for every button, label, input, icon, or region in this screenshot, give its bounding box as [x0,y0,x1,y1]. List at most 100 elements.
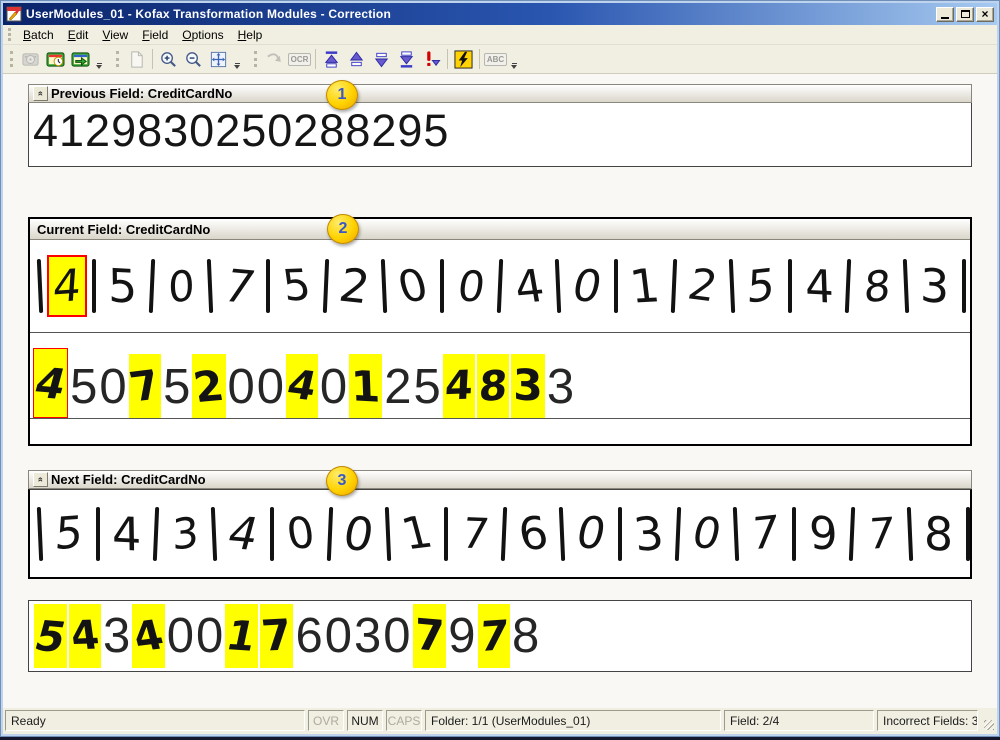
separator-bar [497,259,503,313]
recognized-char[interactable]: 0 [195,605,224,667]
fit-page-icon[interactable] [206,47,231,71]
digit-cell: 5 [47,508,91,559]
separator-bar [327,506,333,560]
digit-cell: 8 [855,262,899,311]
uncertain-char[interactable]: 7 [129,354,161,418]
toolbar-overflow-button[interactable] [96,63,102,69]
toolbar-overflow-button[interactable] [234,63,240,69]
zoom-in-icon[interactable] [156,47,181,71]
uncertain-char[interactable]: 7 [478,604,510,668]
separator-bar [440,259,444,313]
uncertain-char[interactable]: 3 [511,354,545,418]
ocr-icon: OCR [287,47,312,71]
handwritten-digit: 8 [862,260,891,311]
minimize-button[interactable] [936,7,954,22]
uncertain-char[interactable]: 7 [260,604,294,668]
recognized-char[interactable]: 0 [227,356,256,418]
digit-cell: 4 [221,507,265,560]
callout-badge-2: 2 [327,214,359,244]
handwritten-digit: 5 [108,258,138,314]
recognized-char[interactable]: 0 [166,605,195,667]
minimize-icon [941,17,949,19]
separator-bar [671,259,677,313]
spell-check-icon-label: ABC [484,53,507,66]
recognized-char[interactable]: 0 [98,356,127,418]
recognized-char[interactable]: 5 [69,356,98,418]
recognized-char[interactable]: 0 [319,356,348,418]
recognized-char[interactable]: 0 [256,356,285,418]
recognized-char[interactable]: 9 [447,605,476,667]
recognized-char[interactable]: 5 [162,356,191,418]
previous-field-body: 4129830250288295 [28,103,972,167]
current-field-edit[interactable]: 45075200401254833 [30,332,970,419]
collapse-previous-button[interactable]: « [33,86,48,101]
digit-cell: 0 [279,509,323,559]
recognized-char[interactable]: 6 [294,605,323,667]
separator-bar [444,507,448,561]
uncertain-char[interactable]: 4 [132,604,164,668]
menu-field[interactable]: Field [135,26,175,44]
next-invalid-field-icon[interactable] [419,47,444,71]
next-field-image: 5434001760307978 [28,489,972,579]
status-field-counter: Field: 2/4 [724,710,874,731]
force-validation-icon[interactable] [451,47,476,71]
handwritten-digit: 0 [167,260,194,312]
app-window: UserModules_01 - Kofax Transformation Mo… [0,0,1000,737]
toolbar-separator [479,49,480,69]
highlighted-digit-cell: 4 [47,255,87,317]
current-field-panel: Current Field: CreditCardNo 2 4507520040… [28,217,972,446]
resize-grip[interactable] [981,710,995,731]
client-area: « Previous Field: CreditCardNo 1 4129830… [3,74,997,708]
uncertain-char[interactable]: 2 [192,354,225,418]
maximize-button[interactable] [956,7,974,22]
uncertain-char-cursor[interactable]: 4 [33,348,68,418]
uncertain-char[interactable]: 7 [413,604,447,668]
title-bar[interactable]: UserModules_01 - Kofax Transformation Mo… [3,3,997,25]
last-field-icon[interactable] [394,47,419,71]
batch-arrow-icon[interactable] [68,47,93,71]
toolbar-grip[interactable] [254,51,259,68]
separator-bar [381,259,387,313]
menu-help[interactable]: Help [231,26,270,44]
menu-options[interactable]: Options [175,26,230,44]
uncertain-char[interactable]: 1 [225,604,257,668]
zoom-out-icon[interactable] [181,47,206,71]
menu-grip[interactable] [8,28,13,41]
uncertain-char[interactable]: 4 [69,604,101,668]
toolbar-overflow-button[interactable] [511,63,517,69]
recognized-char[interactable]: 3 [546,356,575,418]
uncertain-char[interactable]: 4 [286,354,318,418]
handwritten-digit: 4 [510,259,548,314]
batch-clock-icon[interactable] [43,47,68,71]
uncertain-char[interactable]: 1 [349,354,382,418]
uncertain-char[interactable]: 8 [477,354,509,418]
recognized-char[interactable]: 0 [324,605,353,667]
recognized-char[interactable]: 5 [413,356,442,418]
prev-field-icon[interactable] [344,47,369,71]
handwritten-digit: 2 [336,258,375,314]
next-field-edit[interactable]: 5434001760307978 [28,600,972,672]
previous-field-title: Previous Field: CreditCardNo [51,86,232,101]
digit-cell: 7 [217,260,261,313]
digit-cell: 0 [391,261,435,312]
menu-edit[interactable]: Edit [61,26,96,44]
recognized-char[interactable]: 0 [382,605,411,667]
handwritten-digit: 4 [804,259,834,314]
spell-check-icon: ABC [483,47,508,71]
handwritten-digit: 4 [444,362,474,409]
first-field-icon[interactable] [319,47,344,71]
uncertain-char[interactable]: 5 [34,604,67,668]
toolbar-grip[interactable] [116,51,121,68]
menu-view[interactable]: View [95,26,135,44]
collapse-next-button[interactable]: « [33,472,48,487]
handwritten-digit: 0 [284,508,318,559]
recognized-char[interactable]: 3 [353,605,382,667]
recognized-char[interactable]: 2 [383,356,412,418]
uncertain-char[interactable]: 4 [443,354,475,418]
toolbar-grip[interactable] [10,51,15,68]
separator-bar [266,259,270,313]
menu-batch[interactable]: Batch [16,26,61,44]
recognized-char[interactable]: 8 [511,605,540,667]
close-button[interactable]: × [976,7,994,22]
next-field-icon[interactable] [369,47,394,71]
